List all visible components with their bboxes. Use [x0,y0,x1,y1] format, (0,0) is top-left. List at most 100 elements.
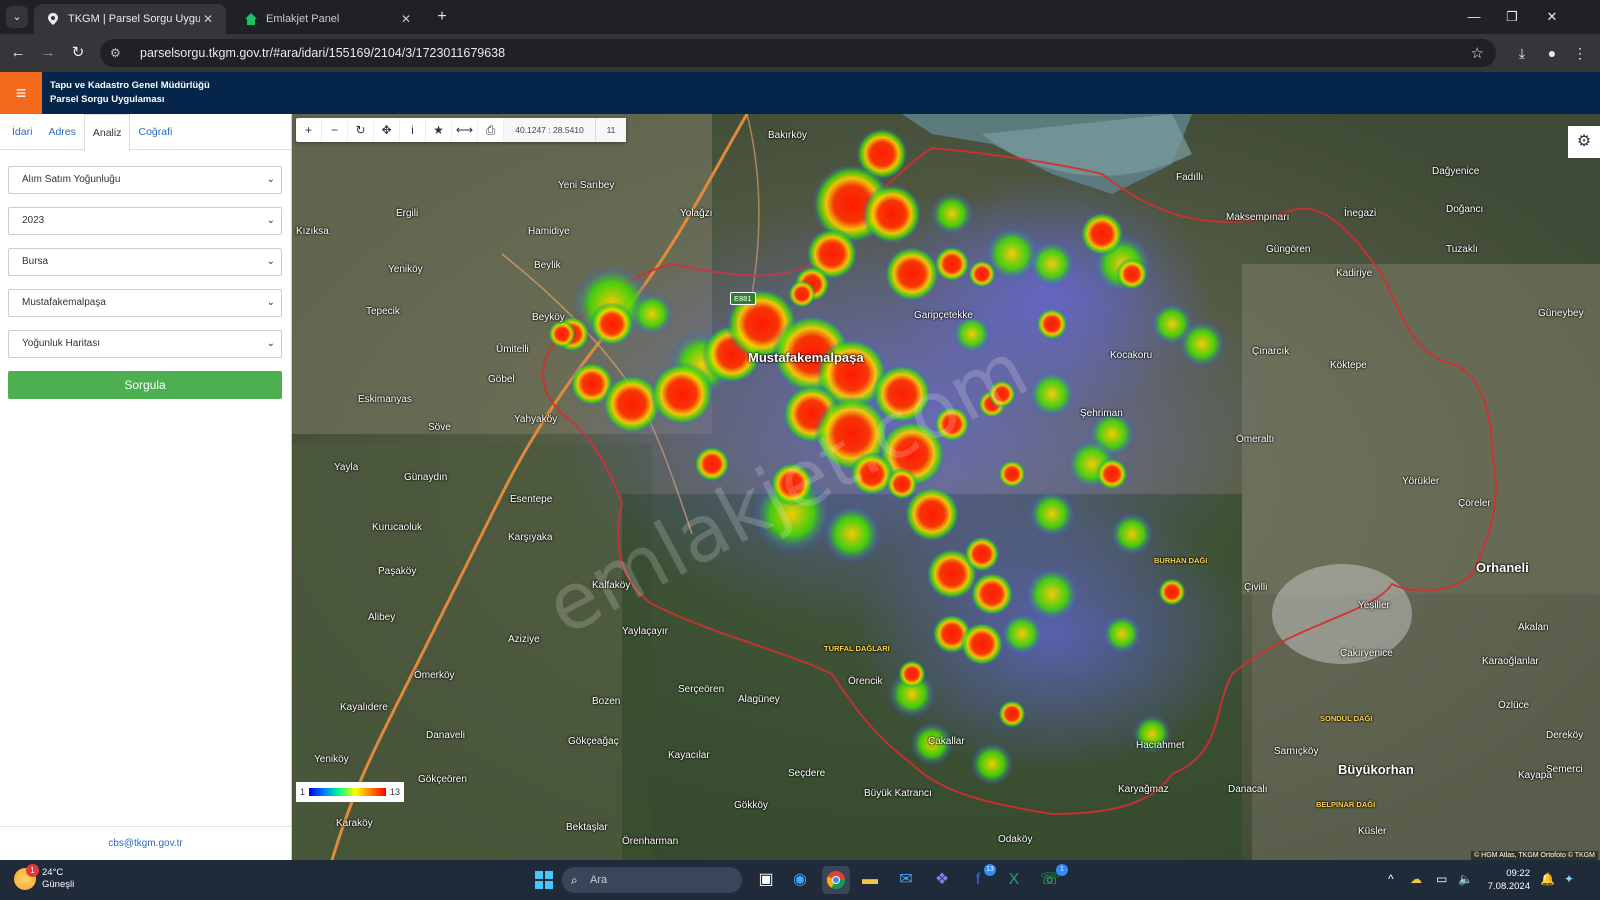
map-label: Bektaşlar [566,822,608,833]
contact-email-link[interactable]: cbs@tkgm.gov.tr [0,826,291,860]
browser-toolbar: ← → ↻ ⚙ parselsorgu.tkgm.gov.tr/#ara/ida… [0,34,1600,72]
map-label: Hamidiye [528,226,570,237]
browser-tab-tkgm[interactable]: TKGM | Parsel Sorgu Uygulama ✕ [34,4,226,34]
app-title-line2: Parsel Sorgu Uygulaması [50,94,165,105]
tab-idari[interactable]: İdari [4,114,40,150]
zoom-out-icon[interactable]: − [322,118,348,142]
map-label: Hacıahmet [1136,740,1185,751]
browser-menu-icon[interactable]: ⋮ [1570,43,1590,63]
tab-analiz[interactable]: Analiz [83,114,131,151]
zoom-in-icon[interactable]: + [296,118,322,142]
map-label: Kayacılar [668,750,710,761]
taskbar-clock[interactable]: 09:22 7.08.2024 [1474,867,1530,893]
clock-time: 09:22 [1506,868,1530,879]
whatsapp-icon[interactable]: ☏ 1 [1036,864,1068,894]
district-center-label: Mustafakemalpaşa [748,350,864,365]
map-label: Gökköy [734,800,768,811]
profile-icon[interactable]: ● [1542,43,1562,63]
mail-icon[interactable]: ✉ [892,866,920,894]
minimize-window-icon[interactable]: — [1456,6,1492,28]
task-view-icon[interactable]: ▣ [752,866,780,894]
map-label: Eskimanyas [358,394,412,405]
download-icon[interactable]: ⤓ [1512,43,1532,63]
locate-icon[interactable]: ✥ [374,118,400,142]
chrome-browser-icon[interactable] [822,866,850,894]
analysis-type-select[interactable]: Alım Satım Yoğunluğu ⌄ [8,166,282,194]
tab-cografi[interactable]: Coğrafi [130,114,180,150]
map-label: Esentepe [510,494,553,505]
volume-icon[interactable]: 🔈 [1458,872,1473,886]
province-value: Bursa [22,256,49,267]
map-label: Danaveli [426,730,465,741]
road-badge: E881 [730,292,756,305]
display-type-select[interactable]: Yoğunluk Haritası ⌄ [8,330,282,358]
windows-start-icon[interactable] [530,866,558,894]
measure-icon[interactable]: ⟷ [452,118,478,142]
address-bar[interactable]: ⚙ parselsorgu.tkgm.gov.tr/#ara/idari/155… [100,39,1496,67]
teams-icon[interactable]: ❖ [928,866,956,894]
taskbar-search[interactable]: ⌕ Ara [562,867,742,893]
map-label: Ergili [396,208,419,219]
windows-taskbar: 1 24°C Güneşli ⌕ Ara ▣ ◉ ▬ ✉ ❖ f 13 X ☏ 1 … [0,860,1600,900]
province-select[interactable]: Bursa ⌄ [8,248,282,276]
chevron-down-icon: ⌄ [266,297,275,308]
site-settings-icon[interactable]: ⚙ [110,46,128,60]
sidebar-tabs: İdari Adres Analiz Coğrafi [0,114,291,151]
browser-tabstrip: ⌄ TKGM | Parsel Sorgu Uygulama ✕ Emlakje… [0,0,1600,34]
map-label: Yeniköy [314,754,349,765]
satellite-basemap [292,114,1600,860]
notification-bell-icon[interactable]: 🔔 [1540,872,1555,886]
chevron-down-icon: ⌄ [266,338,275,349]
density-map[interactable]: emlakjet.com Bakırköy Yeni Sarıbey Yolağ… [292,114,1600,860]
new-tab-button[interactable]: + [432,8,452,28]
chevron-down-icon: ⌄ [266,174,275,185]
excel-icon[interactable]: X [1000,866,1028,894]
network-icon[interactable]: ▭ [1436,872,1447,886]
info-icon[interactable]: i [400,118,426,142]
map-label: Çınarcık [1252,346,1290,357]
map-label: Beyköy [532,312,565,323]
file-explorer-icon[interactable]: ▬ [856,866,884,894]
copilot-icon[interactable]: ✦ [1564,872,1574,886]
legend-gradient [309,788,386,796]
hamburger-menu-icon[interactable]: ≡ [0,72,42,114]
tab-adres[interactable]: Adres [40,114,83,150]
facebook-icon[interactable]: f 13 [964,864,996,894]
analysis-type-value: Alım Satım Yoğunluğu [22,174,121,185]
close-tab-icon[interactable]: ✕ [398,12,414,26]
forward-arrow-icon[interactable]: → [38,43,58,63]
map-pin-icon [46,12,60,26]
edge-browser-icon[interactable]: ◉ [786,866,814,894]
map-label: Bozen [592,696,621,707]
restore-window-icon[interactable]: ❐ [1494,6,1530,28]
onedrive-icon[interactable]: ☁ [1410,872,1422,886]
map-label: Maksempınarı [1226,212,1290,223]
district-select[interactable]: Mustafakemalpaşa ⌄ [8,289,282,317]
query-submit-button[interactable]: Sorgula [8,371,282,399]
tab-search-button[interactable]: ⌄ [6,6,28,28]
year-select[interactable]: 2023 ⌄ [8,207,282,235]
legend-min: 1 [300,787,306,797]
favorite-star-icon[interactable]: ★ [426,118,452,142]
close-window-icon[interactable]: ✕ [1534,6,1570,28]
map-settings-gear-icon[interactable]: ⚙ [1568,126,1600,158]
app-title: Tapu ve Kadastro Genel Müdürlüğü Parsel … [50,79,210,107]
map-label: Özlüce [1498,700,1530,711]
map-label: Ömerköy [414,670,455,681]
map-label: Sarnıçköy [1274,746,1319,757]
back-arrow-icon[interactable]: ← [8,43,28,63]
browser-tab-emlakjet[interactable]: Emlakjet Panel ✕ [232,4,424,34]
close-tab-icon[interactable]: ✕ [200,12,216,26]
print-icon[interactable]: ⎙ [478,118,504,142]
tray-overflow-icon[interactable]: ^ [1388,872,1394,886]
refresh-icon[interactable]: ↻ [348,118,374,142]
map-label: Gökçeören [418,774,467,785]
weather-widget[interactable]: 1 24°C Güneşli [14,864,74,891]
legend-max: 13 [389,787,400,797]
map-label: Yolağzı [680,208,713,219]
bookmark-star-icon[interactable]: ☆ [1471,44,1484,62]
map-label: Kalfaköy [592,580,631,591]
reload-icon[interactable]: ↻ [68,43,88,63]
mountain-label: SONDUL DAĞI [1320,714,1373,723]
map-label: Danacalı [1228,784,1268,795]
